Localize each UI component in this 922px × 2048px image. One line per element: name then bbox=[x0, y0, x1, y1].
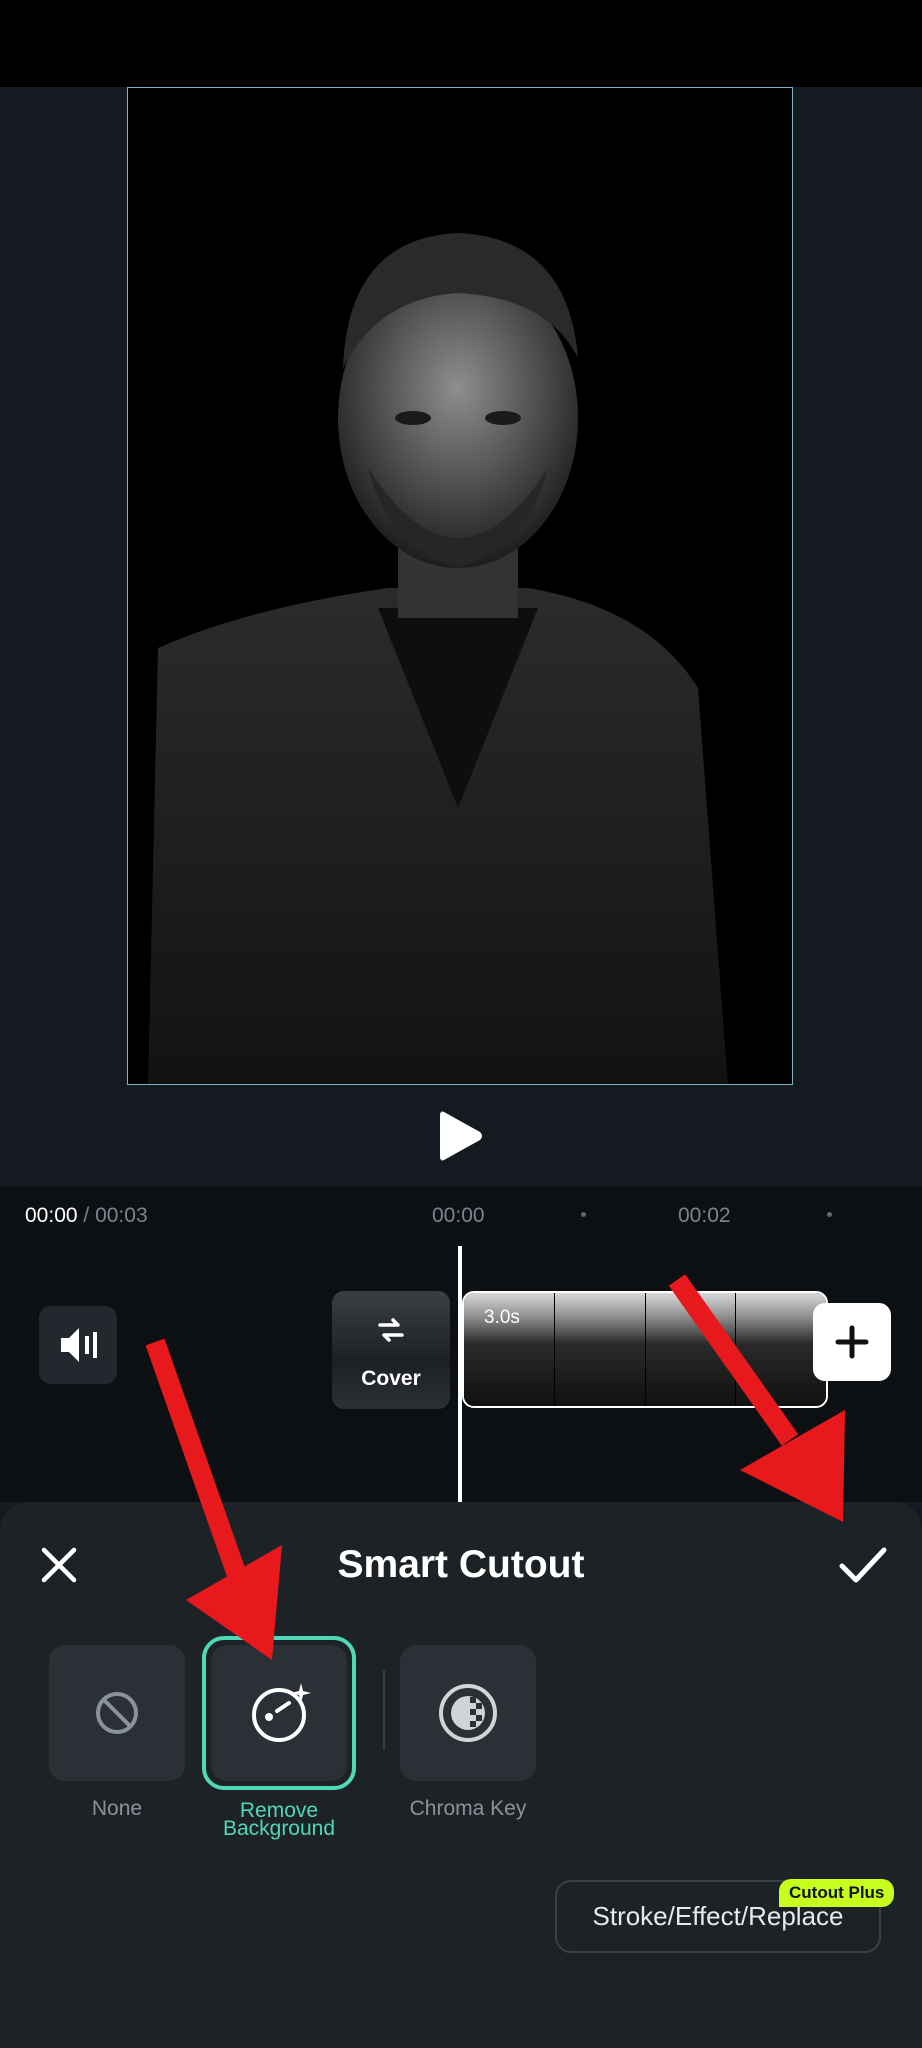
arrow-to-remove-background bbox=[145, 1338, 282, 1660]
annotation-arrows bbox=[145, 1274, 845, 1660]
arrow-to-confirm bbox=[668, 1274, 845, 1522]
